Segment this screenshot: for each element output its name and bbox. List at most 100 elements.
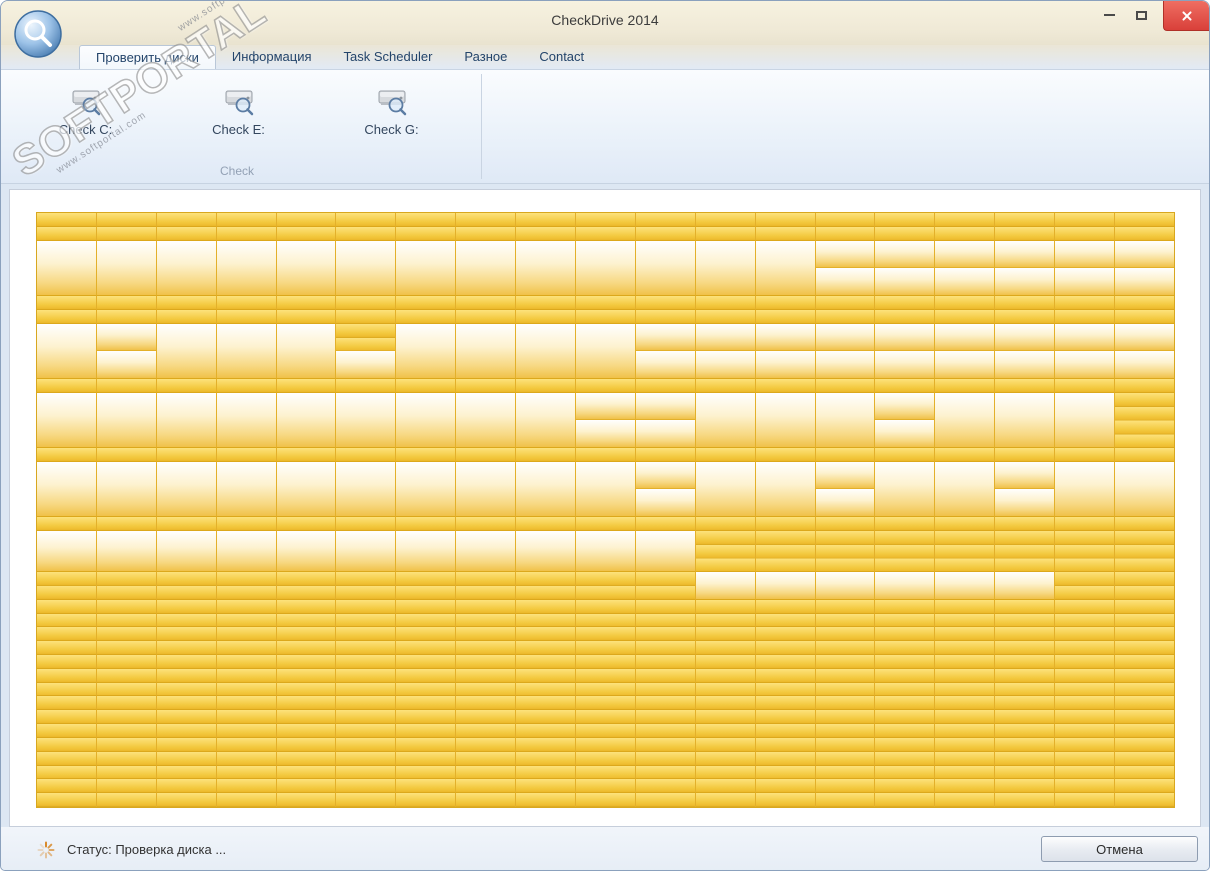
disk-block xyxy=(336,531,396,572)
disk-block xyxy=(636,241,696,296)
disk-block xyxy=(456,324,516,379)
disk-block xyxy=(816,752,876,766)
disk-block xyxy=(696,600,756,614)
cancel-button[interactable]: Отмена xyxy=(1041,836,1198,862)
disk-block xyxy=(37,227,97,241)
disk-block xyxy=(277,655,337,669)
grid-row xyxy=(37,766,1174,780)
maximize-button[interactable] xyxy=(1125,3,1157,27)
disk-block xyxy=(816,531,876,572)
disk-block xyxy=(636,683,696,697)
disk-block xyxy=(1115,724,1174,738)
disk-block xyxy=(995,779,1055,793)
disk-block xyxy=(576,213,636,227)
disk-block xyxy=(37,517,97,531)
disk-block xyxy=(995,241,1055,296)
grid-row xyxy=(37,393,1174,448)
disk-block xyxy=(756,379,816,393)
tab-information[interactable]: Информация xyxy=(216,45,328,69)
disk-block xyxy=(1055,213,1115,227)
disk-block xyxy=(456,641,516,655)
disk-block xyxy=(1115,324,1174,379)
disk-block xyxy=(1115,614,1174,628)
check-g-button[interactable]: Check G: xyxy=(315,76,468,137)
disk-block xyxy=(1115,779,1174,793)
disk-block xyxy=(157,531,217,572)
app-logo-button[interactable] xyxy=(13,9,63,59)
disk-block xyxy=(97,669,157,683)
disk-block xyxy=(157,462,217,517)
disk-block xyxy=(576,724,636,738)
disk-block xyxy=(336,227,396,241)
disk-block xyxy=(696,310,756,324)
disk-block xyxy=(516,710,576,724)
disk-block xyxy=(456,462,516,517)
disk-block xyxy=(696,296,756,310)
disk-block xyxy=(576,752,636,766)
main-panel xyxy=(9,189,1201,827)
disk-block xyxy=(516,752,576,766)
grid-row xyxy=(37,296,1174,310)
check-e-button[interactable]: Check E: xyxy=(162,76,315,137)
disk-block xyxy=(516,683,576,697)
disk-block xyxy=(456,393,516,448)
grid-row xyxy=(37,241,1174,296)
disk-block xyxy=(636,655,696,669)
disk-block xyxy=(696,641,756,655)
disk-block xyxy=(456,448,516,462)
disk-block xyxy=(696,614,756,628)
tab-task-scheduler[interactable]: Task Scheduler xyxy=(328,45,449,69)
disk-block xyxy=(756,296,816,310)
disk-block xyxy=(456,724,516,738)
disk-block xyxy=(516,213,576,227)
disk-block xyxy=(336,296,396,310)
disk-block xyxy=(217,600,277,614)
maximize-icon xyxy=(1136,11,1147,20)
disk-block xyxy=(277,227,337,241)
tab-misc[interactable]: Разное xyxy=(448,45,523,69)
disk-block xyxy=(97,696,157,710)
disk-block xyxy=(1115,517,1174,531)
tab-contact[interactable]: Contact xyxy=(523,45,600,69)
disk-block xyxy=(37,696,97,710)
disk-block xyxy=(396,738,456,752)
disk-block xyxy=(576,641,636,655)
disk-block xyxy=(875,655,935,669)
disk-block xyxy=(1055,724,1115,738)
disk-block xyxy=(396,683,456,697)
close-icon xyxy=(1181,10,1193,22)
check-c-button[interactable]: Check C: xyxy=(9,76,162,137)
disk-block xyxy=(576,227,636,241)
grid-row xyxy=(37,793,1174,807)
disk-block xyxy=(576,310,636,324)
disk-block xyxy=(1055,669,1115,683)
disk-block xyxy=(97,752,157,766)
tab-check-disks[interactable]: Проверить диски xyxy=(79,45,216,70)
disk-block xyxy=(636,393,696,448)
disk-block xyxy=(816,448,876,462)
disk-block xyxy=(516,379,576,393)
disk-block xyxy=(995,710,1055,724)
disk-block xyxy=(636,793,696,807)
disk-block xyxy=(336,641,396,655)
disk-block xyxy=(696,683,756,697)
disk-block xyxy=(217,324,277,379)
disk-block xyxy=(756,696,816,710)
disk-block xyxy=(875,227,935,241)
minimize-button[interactable] xyxy=(1093,3,1125,27)
close-button[interactable] xyxy=(1163,1,1209,31)
disk-block xyxy=(396,724,456,738)
disk-block xyxy=(995,669,1055,683)
disk-block xyxy=(995,738,1055,752)
disk-block xyxy=(576,600,636,614)
disk-block xyxy=(37,614,97,628)
disk-block xyxy=(636,696,696,710)
disk-block xyxy=(1055,752,1115,766)
disk-block xyxy=(696,655,756,669)
disk-block xyxy=(875,766,935,780)
disk-block xyxy=(816,213,876,227)
disk-block xyxy=(756,766,816,780)
window-title: CheckDrive 2014 xyxy=(1,12,1209,28)
disk-block xyxy=(157,393,217,448)
disk-block xyxy=(935,752,995,766)
